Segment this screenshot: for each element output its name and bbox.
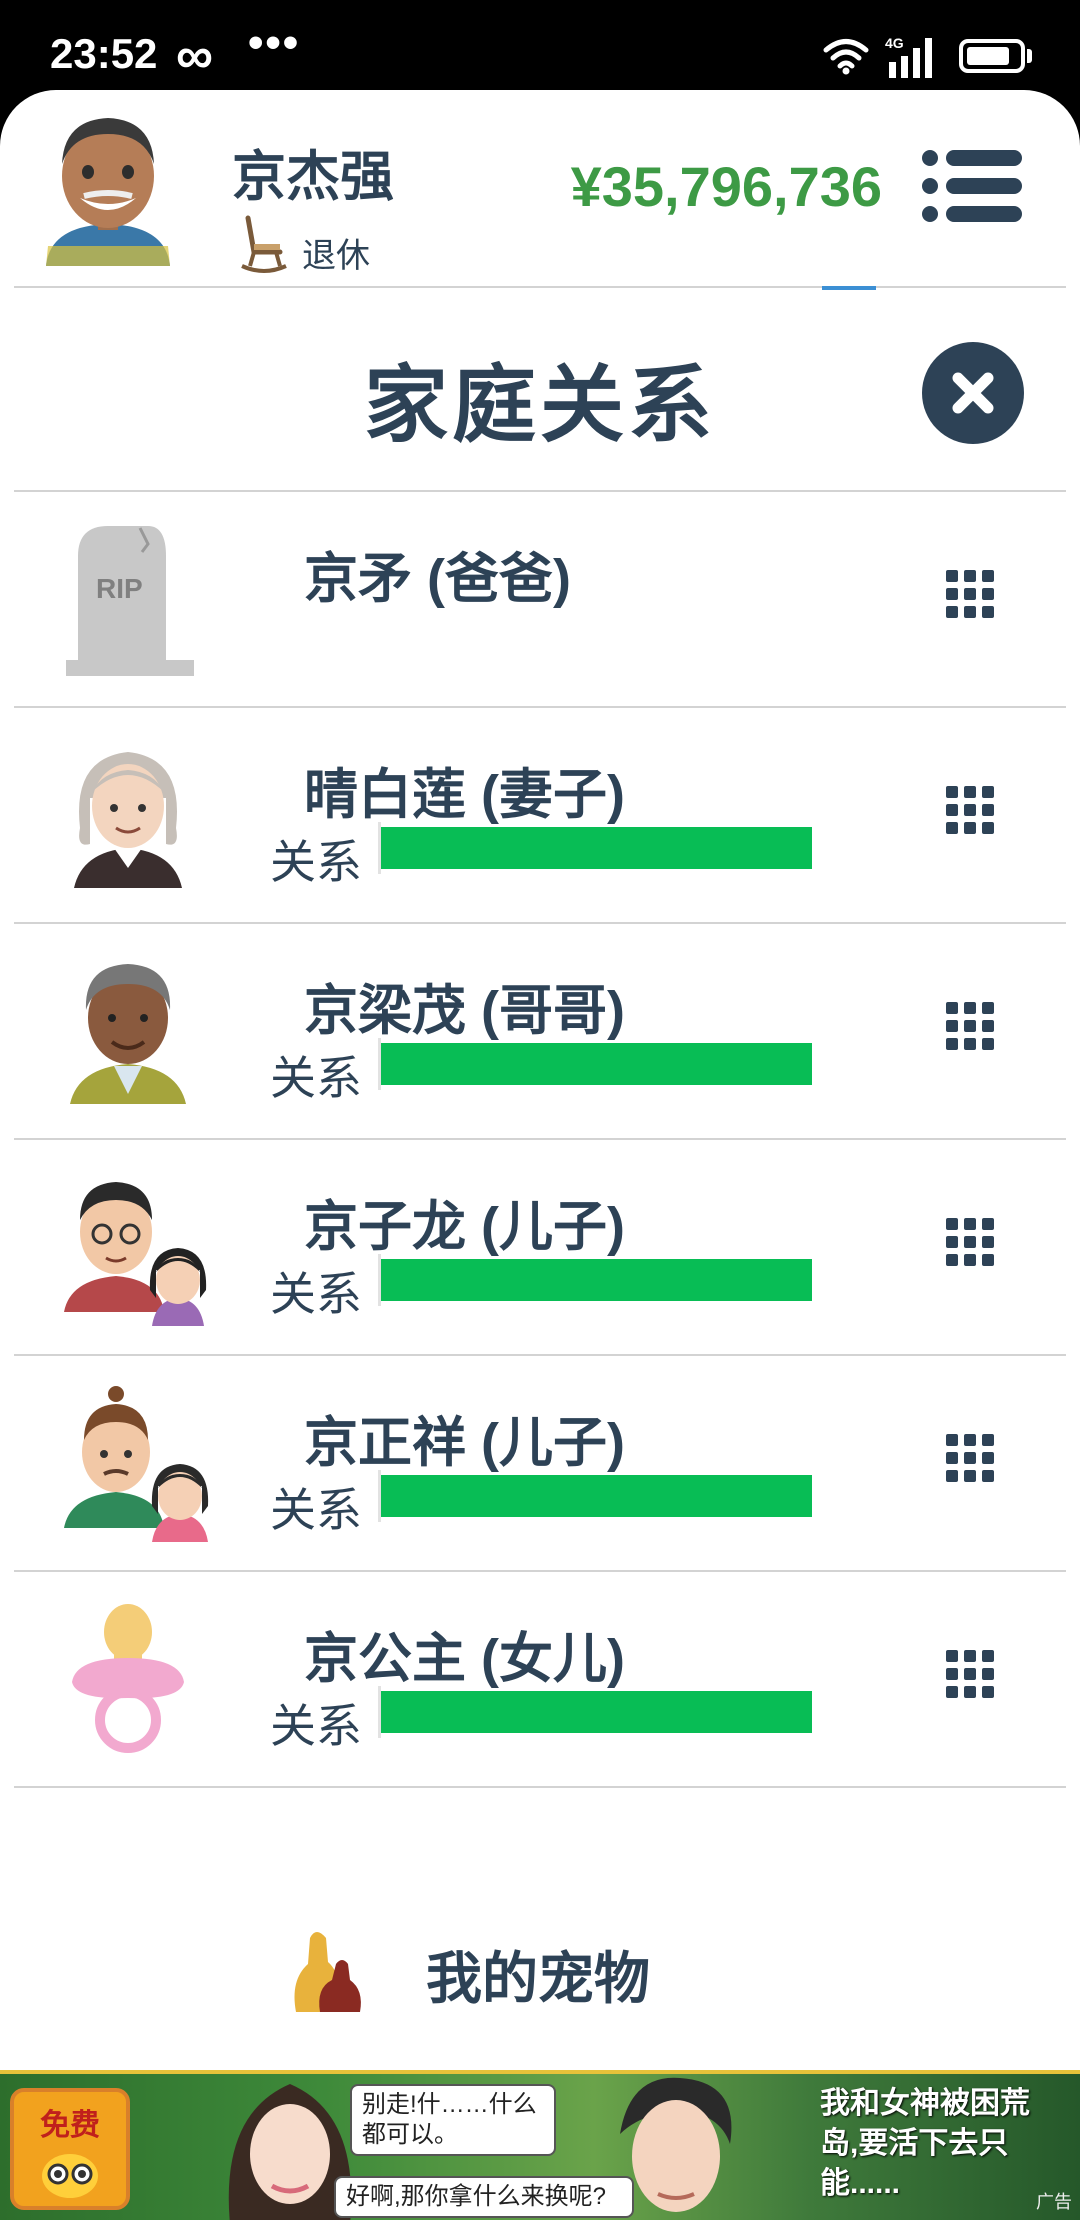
- relation-bar: [378, 1686, 812, 1738]
- relative-name: 京正祥 (儿子): [304, 1413, 625, 1473]
- app-screen: 23:52 ∞ ••• 4G 京杰强 退休 ¥35,796,736 家庭关系 R…: [0, 0, 1080, 2220]
- grid-menu-icon[interactable]: [944, 1432, 996, 1484]
- ad-speech-bubble-1: 别走!什……什么都可以。: [350, 2084, 556, 2156]
- ad-label: 广告: [1036, 2192, 1072, 2212]
- ad-man-illustration: [620, 2077, 732, 2212]
- relative-name: 京矛 (爸爸): [304, 549, 571, 609]
- page-title: 家庭关系: [363, 358, 716, 452]
- relation-bar: [378, 822, 812, 874]
- status-time: 23:52: [50, 30, 158, 77]
- player-header: 京杰强 退休 ¥35,796,736: [0, 90, 1080, 286]
- ad-mascot-icon: [42, 2154, 98, 2198]
- ad-speech-bubble-2: 好啊,那你拿什么来换呢?: [334, 2176, 634, 2218]
- relation-bar-fill: [381, 1691, 812, 1733]
- pets-icon: [294, 1932, 361, 2012]
- scroll-indicator: [822, 286, 876, 290]
- status-icons: 4G: [823, 34, 1032, 78]
- ad-free-label: 免费: [40, 2109, 100, 2142]
- ad-free-badge: 免费: [10, 2088, 130, 2210]
- my-pets-button[interactable]: 我的宠物: [14, 1866, 1066, 2070]
- relative-name: 晴白莲 (妻子): [304, 765, 625, 825]
- relation-bar-fill: [381, 1043, 812, 1085]
- wifi-icon: [823, 39, 869, 75]
- family-panel: 京杰强 退休 ¥35,796,736 家庭关系 RIP 京矛 (爸爸) 晴白莲 …: [0, 90, 1080, 2070]
- relation-label: 关系: [270, 1052, 362, 1104]
- man-with-child-avatar: [64, 1386, 209, 1542]
- relation-bar: [378, 1470, 812, 1522]
- man-with-child-avatar: [64, 1182, 207, 1326]
- money-balance: ¥35,796,736: [570, 155, 882, 218]
- relative-row-son-1[interactable]: 京子龙 (儿子) 关系: [14, 1140, 1066, 1356]
- relative-name: 京子龙 (儿子): [304, 1197, 625, 1257]
- relative-row-wife[interactable]: 晴白莲 (妻子) 关系: [14, 708, 1066, 924]
- relative-row-father[interactable]: RIP 京矛 (爸爸): [14, 492, 1066, 708]
- rocking-chair-icon: [241, 215, 287, 273]
- close-button[interactable]: [922, 342, 1024, 444]
- list-menu-icon[interactable]: [920, 146, 1024, 226]
- grid-menu-icon[interactable]: [944, 1216, 996, 1268]
- pacifier-icon: [72, 1604, 184, 1753]
- pets-label: 我的宠物: [426, 1947, 650, 2010]
- more-dots-icon: •••: [248, 18, 301, 67]
- ad-banner[interactable]: 免费 别走!什……什么都可以。 好啊,那你拿什么来换呢? 我和女神被困荒岛,要活…: [0, 2070, 1080, 2220]
- battery-tip: [1027, 49, 1032, 63]
- relative-name: 京公主 (女儿): [304, 1629, 625, 1689]
- elderly-woman-avatar: [74, 752, 182, 888]
- relation-bar-fill: [381, 827, 812, 869]
- grid-menu-icon[interactable]: [944, 784, 996, 836]
- relation-bar: [378, 1038, 812, 1090]
- grid-menu-icon[interactable]: [944, 568, 996, 620]
- relation-label: 关系: [270, 836, 362, 888]
- relation-bar-fill: [381, 1475, 812, 1517]
- battery-icon: [959, 39, 1025, 73]
- header-divider: [14, 286, 1066, 288]
- network-type-label: 4G: [885, 35, 904, 51]
- tombstone-text: RIP: [96, 573, 143, 604]
- ad-headline: 我和女神被困荒岛,要活下去只能......: [820, 2087, 1030, 2200]
- signal-icon: 4G: [885, 35, 932, 78]
- relative-row-brother[interactable]: 京梁茂 (哥哥) 关系: [14, 924, 1066, 1140]
- close-icon: [952, 372, 994, 414]
- relation-bar-fill: [381, 1259, 812, 1301]
- relation-bar: [378, 1254, 812, 1306]
- relation-label: 关系: [270, 1484, 362, 1536]
- elderly-man-avatar: [70, 964, 186, 1104]
- relative-row-daughter[interactable]: 京公主 (女儿) 关系: [14, 1572, 1066, 1788]
- grid-menu-icon[interactable]: [944, 1648, 996, 1700]
- relative-name: 京梁茂 (哥哥): [304, 981, 625, 1041]
- infinity-icon: ∞: [176, 27, 214, 85]
- status-label: 退休: [302, 237, 370, 275]
- relation-label: 关系: [270, 1268, 362, 1320]
- grid-menu-icon[interactable]: [944, 1000, 996, 1052]
- player-avatar[interactable]: [40, 106, 176, 276]
- player-name: 京杰强: [232, 147, 394, 207]
- relative-row-son-2[interactable]: 京正祥 (儿子) 关系: [14, 1356, 1066, 1572]
- relation-label: 关系: [270, 1700, 362, 1752]
- tombstone-icon: RIP: [66, 526, 194, 676]
